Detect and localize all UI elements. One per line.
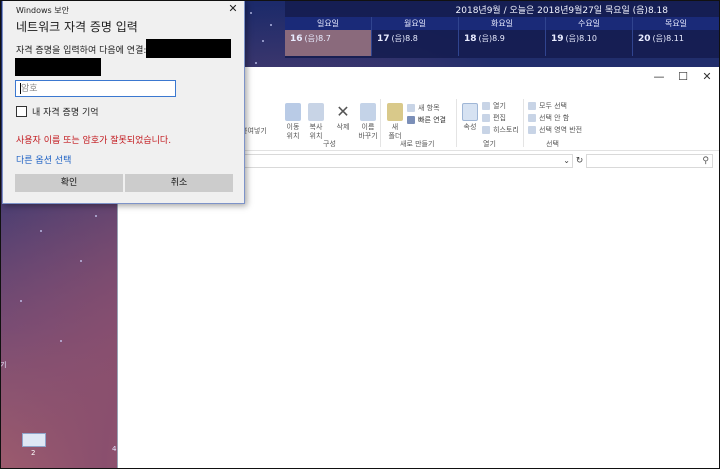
calendar-day-monday: 월요일 <box>372 17 459 30</box>
properties-label: 속성 <box>463 123 477 131</box>
open-label: 열기 <box>493 102 506 110</box>
calendar-date-cell[interactable]: 18 (음)8.9 <box>459 30 546 56</box>
dialog-close-icon[interactable]: ✕ <box>226 3 240 15</box>
copy-to-label: 복사 위치 <box>309 123 323 140</box>
copy-to-icon <box>308 103 324 121</box>
dialog-caption: Windows 보안 <box>16 6 69 15</box>
move-to-icon <box>285 103 301 121</box>
rename-icon <box>360 103 376 121</box>
edit-icon <box>482 114 490 122</box>
invert-selection-icon <box>528 126 536 134</box>
calendar-weekday-header: 일요일 월요일 화요일 수요일 목요일 <box>285 17 720 30</box>
history-label: 히스토리 <box>493 126 519 134</box>
calendar-lunar-date: (음)8.9 <box>478 34 505 43</box>
rename-label: 이름 바꾸기 <box>358 123 378 140</box>
search-icon[interactable]: ⚲ <box>702 156 709 166</box>
edit-label: 편집 <box>493 114 506 122</box>
calendar-date-cell[interactable]: 17 (음)8.8 <box>372 30 459 56</box>
invert-selection-label: 선택 영역 반전 <box>539 126 583 134</box>
dialog-description: 자격 증명을 입력하여 다음에 연결: <box>16 46 147 56</box>
calendar-day-wednesday: 수요일 <box>546 17 633 30</box>
calendar-day-sunday: 일요일 <box>285 17 372 30</box>
select-all-label: 모두 선택 <box>539 102 567 110</box>
calendar-widget: 2018년9월 / 오늘은 2018년9월27일 목요일 (음)8.18 일요일… <box>285 0 720 58</box>
delete-label: 삭제 <box>336 123 350 131</box>
ribbon-divider <box>380 99 381 147</box>
calendar-title: 2018년9월 / 오늘은 2018년9월27일 목요일 (음)8.18 <box>455 6 668 16</box>
move-to-button[interactable]: 이동 위치 <box>283 103 303 141</box>
new-folder-label: 새 폴더 <box>388 123 402 140</box>
edit-button[interactable]: 편집 <box>482 113 506 123</box>
error-message: 사용자 이름 또는 암호가 잘못되었습니다. <box>16 136 172 146</box>
history-button[interactable]: 히스토리 <box>482 125 519 135</box>
text-caret <box>20 83 21 94</box>
properties-check-icon <box>462 103 478 121</box>
select-none-label: 선택 안 함 <box>539 114 570 122</box>
ribbon-divider <box>456 99 457 147</box>
open-button[interactable]: 열기 <box>482 101 506 111</box>
desktop-icon-label: 2 <box>31 449 36 457</box>
minimize-button[interactable]: — <box>646 69 672 85</box>
rename-button[interactable]: 이름 바꾸기 <box>356 103 380 141</box>
calendar-day-tuesday: 화요일 <box>459 17 546 30</box>
redacted-block <box>15 58 101 76</box>
folder-icon <box>387 103 403 121</box>
credential-dialog: Windows 보안 ✕ 네트워크 자격 증명 입력 자격 증명을 입력하여 다… <box>2 0 245 204</box>
calendar-date-row: 16 (음)8.7 17 (음)8.8 18 (음)8.9 19 (음)8.10 20(… <box>285 30 720 56</box>
dialog-heading: 네트워크 자격 증명 입력 <box>16 20 138 34</box>
new-folder-button[interactable]: 새 폴더 <box>386 103 404 141</box>
group-label-new: 새로 만들기 <box>400 140 435 148</box>
more-options-link[interactable]: 다른 옵션 선택 <box>16 153 71 166</box>
calendar-date-number: 18 <box>464 34 477 44</box>
ok-button[interactable]: 확인 <box>15 174 123 192</box>
invert-selection-button[interactable]: 선택 영역 반전 <box>528 125 582 135</box>
desktop-text-fragment: 기 <box>0 361 7 369</box>
search-box[interactable]: ⚲ <box>586 154 713 168</box>
calendar-lunar-date: (음)8.11 <box>652 34 684 43</box>
calendar-lunar-date: (음)8.10 <box>565 34 597 43</box>
calendar-date-cell[interactable]: 16 (음)8.7 <box>285 30 372 56</box>
calendar-date-cell[interactable]: 20 (음)8.11 <box>633 30 720 56</box>
properties-button[interactable]: 속성 <box>461 103 479 132</box>
calendar-date-number: 16 <box>290 34 303 44</box>
move-to-label: 이동 위치 <box>286 123 300 140</box>
calendar-date-cell[interactable]: 19 (음)8.10 <box>546 30 633 56</box>
delete-x-icon: ✕ <box>336 102 350 121</box>
history-icon <box>482 126 490 134</box>
easy-access-button[interactable]: 빠른 연결 <box>407 115 446 125</box>
calendar-day-thursday: 목요일 <box>633 17 720 30</box>
cancel-button[interactable]: 취소 <box>125 174 233 192</box>
select-none-icon <box>528 114 536 122</box>
easy-access-label: 빠른 연결 <box>418 116 446 124</box>
desktop-file-icon[interactable] <box>22 433 46 447</box>
select-none-button[interactable]: 선택 안 함 <box>528 113 569 123</box>
remember-credentials-option[interactable]: 내 자격 증명 기억 <box>16 105 99 118</box>
group-label-select: 선택 <box>546 140 559 148</box>
new-item-button[interactable]: 새 항목 <box>407 103 440 113</box>
group-label-organize: 구성 <box>323 140 336 148</box>
maximize-button[interactable]: ☐ <box>670 69 696 85</box>
calendar-date-number: 20 <box>638 34 651 44</box>
close-button[interactable]: ✕ <box>694 69 720 85</box>
group-label-open: 열기 <box>483 140 496 148</box>
open-icon <box>482 102 490 110</box>
delete-button[interactable]: ✕ 삭제 <box>333 103 353 132</box>
new-item-label: 새 항목 <box>418 104 440 112</box>
redacted-block <box>146 39 231 58</box>
remember-label: 내 자격 증명 기억 <box>32 108 99 118</box>
copy-to-button[interactable]: 복사 위치 <box>306 103 326 141</box>
new-item-icon <box>407 104 415 112</box>
remember-checkbox[interactable] <box>16 106 27 117</box>
easy-access-icon <box>407 116 415 124</box>
calendar-lunar-date: (음)8.7 <box>304 34 331 43</box>
ribbon-divider <box>523 99 524 147</box>
select-all-icon <box>528 102 536 110</box>
calendar-date-number: 19 <box>551 34 564 44</box>
address-dropdown-icon[interactable]: ⌄ <box>563 156 570 165</box>
calendar-date-number: 17 <box>377 34 390 44</box>
select-all-button[interactable]: 모두 선택 <box>528 101 567 111</box>
refresh-button[interactable]: ↻ <box>573 154 586 168</box>
password-input[interactable] <box>15 80 176 97</box>
calendar-lunar-date: (음)8.8 <box>391 34 418 43</box>
